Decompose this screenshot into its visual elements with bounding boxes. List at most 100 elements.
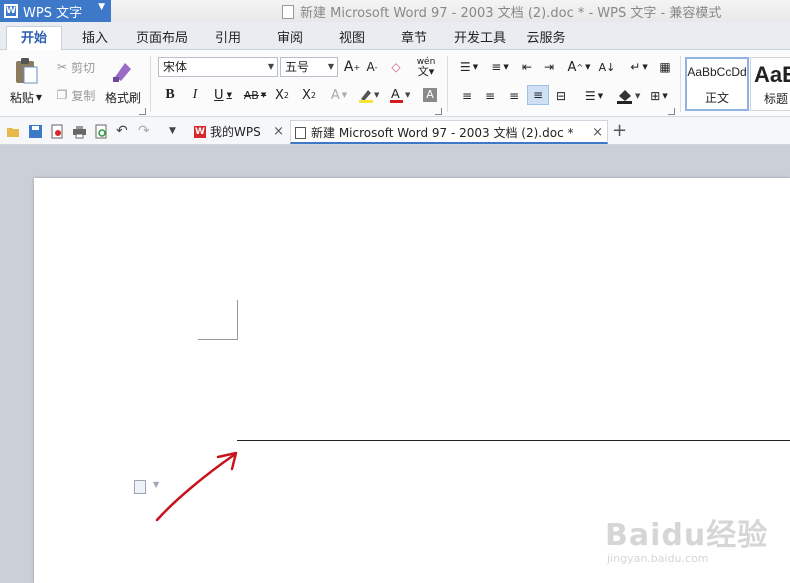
tab-home[interactable]: 开始 — [6, 26, 62, 51]
watermark-brand: Baidu经验 — [605, 518, 769, 553]
bold-icon[interactable]: B — [161, 86, 179, 104]
close-icon[interactable]: × — [273, 120, 284, 144]
tab-insert[interactable]: 插入 — [72, 27, 118, 50]
save-icon[interactable] — [28, 124, 43, 139]
numbering-icon[interactable]: ≡ ▼ — [486, 58, 514, 76]
cut-label: 剪切 — [71, 60, 96, 75]
font-family-value: 宋体 — [163, 60, 188, 74]
font-color-icon[interactable]: A ▼ — [388, 86, 414, 104]
style-normal[interactable]: AaBbCcDd 正文 — [685, 57, 749, 111]
justify-icon[interactable]: ≡ — [527, 85, 549, 105]
italic-icon[interactable]: I — [186, 86, 204, 104]
font-size-select[interactable]: 五号 ▼ — [280, 57, 338, 77]
margin-corner-mark — [198, 339, 238, 340]
annotation-arrow — [155, 451, 238, 522]
margin-corner-mark — [237, 300, 238, 340]
clear-format-icon[interactable]: ◇ — [387, 58, 405, 76]
format-painter-button[interactable]: 格式刷 — [102, 88, 144, 106]
open-icon[interactable] — [6, 124, 21, 139]
app-menu-button[interactable]: W WPS 文字 ▼ — [0, 0, 111, 22]
grow-font-icon[interactable]: A + — [343, 58, 361, 76]
sort-icon[interactable]: A↓ — [598, 58, 616, 76]
phonetic-guide-icon[interactable]: wén 文▾ — [412, 56, 440, 78]
underline-icon[interactable]: U ▼ — [210, 86, 236, 104]
format-painter-icon[interactable] — [108, 56, 138, 84]
app-name: WPS 文字 — [23, 5, 83, 21]
doc-tab-label: 新建 Microsoft Word 97 - 2003 文档 (2).doc * — [311, 126, 574, 140]
customize-toolbar-icon[interactable]: ▼ — [169, 124, 184, 139]
tab-current-document[interactable]: 新建 Microsoft Word 97 - 2003 文档 (2).doc *… — [290, 120, 608, 144]
tab-my-wps[interactable]: W 我的WPS × — [190, 120, 288, 144]
subscript-icon[interactable]: X2 — [298, 86, 320, 104]
borders-icon[interactable]: ⊞ ▼ — [646, 87, 672, 105]
style-label: 正文 — [704, 91, 729, 105]
chevron-down-icon: ▼ — [327, 62, 334, 71]
font-family-select[interactable]: 宋体 ▼ — [158, 57, 278, 77]
paragraph-dialog-launcher[interactable] — [668, 108, 675, 115]
paragraph-options-icon[interactable] — [134, 480, 146, 494]
divider — [680, 56, 681, 112]
tab-sections[interactable]: 章节 — [392, 27, 436, 50]
text-effect-icon[interactable]: A ▼ — [327, 86, 351, 104]
case-change-icon[interactable]: A ^ ▼ — [564, 58, 594, 76]
wps-logo-icon: W — [4, 4, 18, 18]
align-left-icon[interactable]: ≡ — [459, 87, 475, 105]
divider — [447, 56, 448, 112]
undo-icon[interactable]: ↶ — [116, 124, 131, 139]
paste-label: 粘贴 — [9, 90, 34, 105]
style-heading[interactable]: AaE 标题 — [750, 57, 790, 111]
window-title: 新建 Microsoft Word 97 - 2003 文档 (2).doc *… — [282, 2, 721, 21]
shading-icon[interactable]: ▼ — [615, 87, 645, 105]
style-label: 标题 — [764, 92, 789, 106]
ribbon-tabs: 开始 插入 页面布局 引用 审阅 视图 章节 开发工具 云服务 — [0, 22, 790, 51]
paste-button[interactable]: 粘贴 ▼ — [4, 88, 48, 106]
font-size-value: 五号 — [285, 60, 310, 74]
tab-references[interactable]: 引用 — [206, 27, 250, 50]
close-icon[interactable]: × — [592, 121, 603, 145]
highlight-icon[interactable]: ▼ — [355, 86, 383, 104]
decrease-indent-icon[interactable]: ⇤ — [518, 58, 536, 76]
tab-developer-tools[interactable]: 开发工具 — [450, 27, 510, 50]
show-marks-icon[interactable]: ↵ ▼ — [626, 58, 652, 76]
chevron-down-icon: ▼ — [267, 62, 274, 71]
tab-page-layout[interactable]: 页面布局 — [132, 27, 192, 50]
tab-view[interactable]: 视图 — [330, 27, 374, 50]
style-sample: AaE — [754, 62, 790, 87]
svg-text:▼: ▼ — [635, 92, 641, 100]
increase-indent-icon[interactable]: ⇥ — [540, 58, 558, 76]
copy-button[interactable]: ❐ 复制 — [52, 86, 100, 104]
doc-tab-label: 我的WPS — [210, 125, 261, 139]
strikethrough-icon[interactable]: AB ▼ — [240, 86, 270, 104]
document-icon — [295, 127, 306, 139]
superscript-icon[interactable]: X2 — [272, 86, 292, 104]
tab-review[interactable]: 审阅 — [268, 27, 312, 50]
cut-button[interactable]: ✂ 剪切 — [52, 58, 100, 76]
bullets-icon[interactable]: ☰ ▼ — [456, 58, 482, 76]
print-icon[interactable] — [72, 124, 87, 139]
distributed-align-icon[interactable]: ⊟ — [552, 87, 570, 105]
divider — [150, 56, 151, 112]
document-icon — [282, 4, 294, 19]
tab-cloud-services[interactable]: 云服务 — [522, 27, 570, 50]
new-tab-icon[interactable]: + — [612, 120, 627, 141]
export-pdf-icon[interactable] — [50, 124, 65, 139]
wps-logo-icon: W — [194, 126, 206, 138]
font-dialog-launcher[interactable] — [435, 108, 442, 115]
align-center-icon[interactable]: ≡ — [482, 87, 498, 105]
style-sample: AaBbCcDd — [687, 65, 747, 79]
svg-text:▼: ▼ — [405, 91, 411, 99]
svg-text:A: A — [391, 86, 400, 101]
shrink-font-icon[interactable]: A- — [364, 58, 380, 76]
copy-icon: ❐ — [56, 88, 68, 102]
redo-icon[interactable]: ↷ — [138, 124, 153, 139]
horizontal-rule[interactable] — [237, 440, 790, 441]
copy-label: 复制 — [71, 88, 96, 103]
line-spacing-icon[interactable]: ☰ ▼ — [580, 87, 608, 105]
align-right-icon[interactable]: ≡ — [506, 87, 522, 105]
window-title-text: 新建 Microsoft Word 97 - 2003 文档 (2).doc *… — [300, 6, 722, 21]
print-preview-icon[interactable] — [94, 124, 109, 139]
clipboard-dialog-launcher[interactable] — [139, 108, 146, 115]
paste-icon[interactable] — [8, 56, 44, 86]
table-icon[interactable]: ▦ — [656, 58, 674, 76]
char-shading-icon[interactable]: A — [422, 86, 438, 104]
